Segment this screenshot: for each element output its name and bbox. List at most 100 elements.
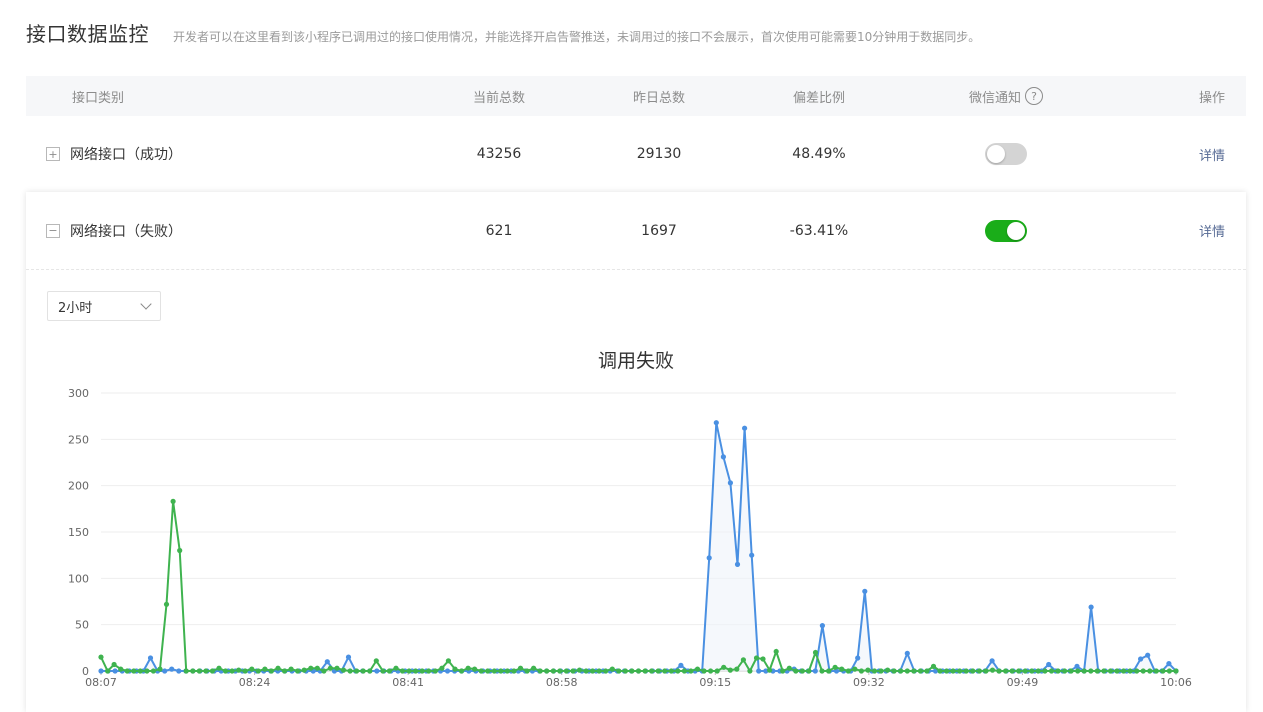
data-point <box>262 666 268 672</box>
expanded-panel: − 网络接口（失败） 621 1697 -63.41% 详情 2小时 调用失败 … <box>26 192 1246 712</box>
table-row-success: + 网络接口（成功） 43256 29130 48.49% 详情 <box>26 116 1246 192</box>
data-point <box>911 668 917 674</box>
data-point <box>832 664 838 670</box>
data-point <box>806 668 812 674</box>
data-point <box>862 588 868 594</box>
data-point <box>229 668 235 674</box>
data-point <box>268 668 274 674</box>
data-point <box>727 667 733 673</box>
data-point <box>858 668 865 674</box>
details-link[interactable]: 详情 <box>1199 145 1225 164</box>
data-point <box>740 657 747 663</box>
data-point <box>111 661 117 668</box>
data-point <box>1048 668 1055 674</box>
data-point <box>432 668 438 674</box>
data-point <box>458 668 465 674</box>
x-tick-label: 08:58 <box>546 676 578 689</box>
data-point <box>629 668 635 674</box>
x-tick-label: 08:07 <box>85 676 117 689</box>
data-point <box>1127 668 1133 674</box>
data-point <box>891 668 897 674</box>
page-description: 开发者可以在这里看到该小程序已调用过的接口使用情况，并能选择开启告警推送，未调用… <box>173 30 981 44</box>
data-point <box>976 668 983 674</box>
data-point <box>340 667 347 673</box>
data-point <box>367 668 373 674</box>
data-point <box>176 668 182 674</box>
data-point <box>1147 668 1153 674</box>
page-header: 接口数据监控 开发者可以在这里看到该小程序已调用过的接口使用情况，并能选择开启告… <box>26 18 980 47</box>
data-point <box>1140 668 1146 674</box>
data-point <box>688 668 694 674</box>
data-point <box>1160 668 1166 674</box>
data-point <box>1173 668 1179 674</box>
data-point <box>675 668 681 674</box>
column-yesterday: 昨日总数 <box>632 90 685 106</box>
data-point <box>767 667 773 673</box>
data-point <box>147 655 154 661</box>
table-header: 接口类别 当前总数 昨日总数 偏差比例 微信通知 ? 操作 <box>26 76 1246 116</box>
data-point <box>635 668 642 674</box>
data-point <box>209 668 215 674</box>
data-point <box>1094 668 1100 674</box>
failure-chart: 05010015020025030008:07 08:24 08:41 08:58 09… <box>68 387 1192 689</box>
data-point <box>301 667 307 673</box>
data-point <box>826 668 832 674</box>
data-point <box>1166 661 1172 667</box>
data-point <box>1029 668 1035 674</box>
data-point <box>1134 668 1140 674</box>
data-point <box>885 667 891 673</box>
data-point <box>1121 668 1127 674</box>
series-line <box>101 422 1177 673</box>
data-point <box>904 650 910 656</box>
data-point <box>334 665 340 671</box>
data-point <box>531 665 537 671</box>
data-point <box>242 668 248 674</box>
data-point <box>563 668 570 674</box>
data-point <box>878 668 884 674</box>
expand-icon[interactable]: + <box>46 147 60 161</box>
toggle-knob <box>987 145 1005 163</box>
data-point <box>399 668 406 674</box>
row-op-cell: 详情 <box>1199 116 1225 192</box>
page-title: 接口数据监控 <box>26 22 149 46</box>
data-point <box>655 668 661 674</box>
data-point <box>583 668 589 674</box>
data-point <box>1101 668 1107 674</box>
column-deviation: 偏差比例 <box>792 90 845 106</box>
help-icon[interactable]: ? <box>1025 87 1043 105</box>
data-point <box>1074 663 1080 669</box>
data-point <box>734 561 741 567</box>
x-tick-label: 08:41 <box>392 676 424 689</box>
data-point <box>622 668 629 674</box>
data-point <box>426 668 432 674</box>
data-point <box>1046 661 1052 668</box>
data-point <box>373 658 379 664</box>
data-point <box>105 668 111 674</box>
data-point <box>281 668 288 674</box>
data-point <box>898 668 904 674</box>
x-tick-label: 09:49 <box>1007 676 1039 689</box>
data-point <box>157 666 163 672</box>
data-point <box>642 668 648 674</box>
row-name: 网络接口（成功） <box>70 147 182 163</box>
series-line <box>100 501 1176 674</box>
data-point <box>1055 668 1061 674</box>
data-point <box>112 668 118 674</box>
data-point <box>249 666 255 672</box>
row-deviation: 48.49% <box>792 146 846 162</box>
data-point <box>937 668 943 674</box>
x-tick-label: 09:15 <box>699 676 731 689</box>
data-point <box>681 668 688 674</box>
data-point <box>734 666 740 672</box>
y-tick-label: 150 <box>68 526 89 539</box>
data-point <box>236 667 242 673</box>
notify-toggle[interactable] <box>985 143 1027 165</box>
data-point <box>799 668 806 674</box>
y-tick-label: 300 <box>68 387 89 400</box>
data-point <box>169 666 175 672</box>
data-point <box>1138 656 1144 662</box>
series-area <box>101 422 1176 671</box>
x-tick-label: 08:24 <box>239 676 271 689</box>
column-current: 当前总数 <box>472 90 525 106</box>
data-point <box>812 668 818 674</box>
